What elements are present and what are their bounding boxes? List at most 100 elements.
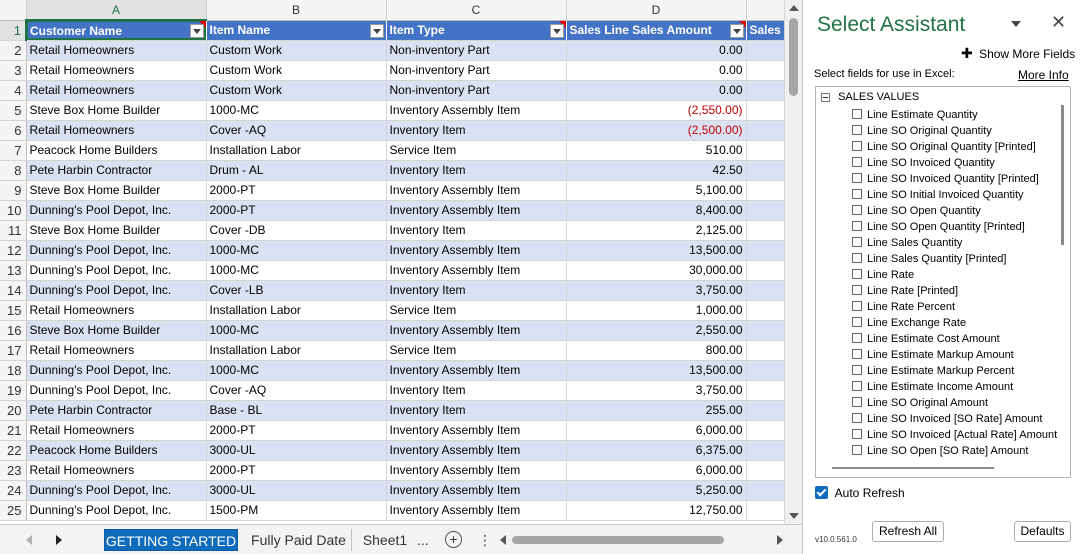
cell-sales-amount[interactable]: (2,500.00) [566, 120, 747, 141]
cell-customer-name[interactable]: Retail Homeowners [26, 60, 207, 81]
cell-customer-name[interactable]: Retail Homeowners [26, 340, 207, 361]
scrollbar-thumb[interactable] [1061, 105, 1064, 245]
cell-empty[interactable] [746, 340, 784, 361]
cell-sales-amount[interactable]: 5,100.00 [566, 180, 747, 201]
pane-options-chevron-down-icon[interactable] [1011, 21, 1021, 27]
checkbox-checked-icon[interactable] [815, 486, 828, 500]
cell-item-name[interactable]: 1500-PM [206, 500, 387, 521]
field-item[interactable]: Line SO Original Quantity [852, 123, 1057, 139]
cell-sales-amount[interactable]: 13,500.00 [566, 240, 747, 261]
cell-item-name[interactable]: 1000-MC [206, 240, 387, 261]
cell-customer-name[interactable]: Retail Homeowners [26, 80, 207, 101]
cell-sales-amount[interactable]: 2,125.00 [566, 220, 747, 241]
field-checkbox[interactable] [852, 333, 862, 344]
cell-empty[interactable] [746, 60, 784, 81]
cell-sales-amount[interactable]: 5,250.00 [566, 480, 747, 501]
field-item[interactable]: Line SO Open Quantity [Printed] [852, 219, 1057, 235]
cell-empty[interactable] [746, 420, 784, 441]
more-sheets-button[interactable]: ... [417, 529, 429, 551]
cell-item-name[interactable]: Installation Labor [206, 140, 387, 161]
cell-customer-name[interactable]: Steve Box Home Builder [26, 220, 207, 241]
row-number[interactable]: 8 [0, 160, 27, 181]
row-number[interactable]: 2 [0, 40, 27, 61]
cell-empty[interactable] [746, 400, 784, 421]
collapse-icon[interactable] [821, 92, 830, 102]
cell-item-type[interactable]: Non-inventory Part [386, 60, 567, 81]
group-sales-values[interactable]: SALES VALUES [821, 91, 919, 105]
row-number[interactable]: 22 [0, 440, 27, 461]
cell-empty[interactable] [746, 320, 784, 341]
row-number[interactable]: 6 [0, 120, 27, 141]
cell-empty[interactable] [746, 140, 784, 161]
cell-item-type[interactable]: Inventory Assembly Item [386, 500, 567, 521]
header-cell-item-name[interactable]: Item Name [206, 20, 387, 41]
cell-item-type[interactable]: Inventory Assembly Item [386, 240, 567, 261]
cell-item-name[interactable]: 1000-MC [206, 260, 387, 281]
cell-sales-amount[interactable]: 42.50 [566, 160, 747, 181]
scroll-down-arrow-icon[interactable] [789, 513, 799, 519]
sheet-tab-fully-paid-date[interactable]: Fully Paid Date [246, 529, 352, 551]
cell-item-name[interactable]: Cover -LB [206, 280, 387, 301]
field-item[interactable]: Line SO Original Quantity [Printed] [852, 139, 1057, 155]
row-number[interactable]: 5 [0, 100, 27, 121]
cell-empty[interactable] [746, 200, 784, 221]
cell-sales-amount[interactable]: 3,750.00 [566, 280, 747, 301]
cell-customer-name[interactable]: Dunning's Pool Depot, Inc. [26, 280, 207, 301]
scroll-up-arrow-icon[interactable] [789, 5, 799, 11]
cell-sales-amount[interactable]: 1,000.00 [566, 300, 747, 321]
cell-empty[interactable] [746, 300, 784, 321]
field-checkbox[interactable] [852, 253, 862, 264]
cell-item-name[interactable]: Drum - AL [206, 160, 387, 181]
row-number[interactable]: 1 [0, 20, 27, 41]
cell-customer-name[interactable]: Dunning's Pool Depot, Inc. [26, 480, 207, 501]
row-number[interactable]: 17 [0, 340, 27, 361]
cell-empty[interactable] [746, 80, 784, 101]
cell-item-type[interactable]: Inventory Item [386, 220, 567, 241]
field-checkbox[interactable] [852, 109, 862, 120]
refresh-all-button[interactable]: Refresh All [872, 521, 944, 542]
cell-empty[interactable] [746, 240, 784, 261]
cell-customer-name[interactable]: Retail Homeowners [26, 120, 207, 141]
cell-customer-name[interactable]: Peacock Home Builders [26, 140, 207, 161]
filter-dropdown-button[interactable] [369, 23, 384, 38]
cell-customer-name[interactable]: Dunning's Pool Depot, Inc. [26, 200, 207, 221]
column-header-c[interactable]: C [386, 0, 567, 21]
cell-item-name[interactable]: 2000-PT [206, 180, 387, 201]
row-number[interactable]: 18 [0, 360, 27, 381]
cell-item-name[interactable]: Installation Labor [206, 340, 387, 361]
field-list-horizontal-scrollbar[interactable] [832, 467, 994, 469]
cell-empty[interactable] [746, 260, 784, 281]
row-number[interactable]: 21 [0, 420, 27, 441]
field-item[interactable]: Line Rate [Printed] [852, 283, 1057, 299]
cell-empty[interactable] [746, 100, 784, 121]
field-checkbox[interactable] [852, 301, 862, 312]
field-checkbox[interactable] [852, 317, 862, 328]
horizontal-scrollbar-thumb[interactable] [512, 536, 724, 544]
cell-customer-name[interactable]: Steve Box Home Builder [26, 180, 207, 201]
cell-item-type[interactable]: Service Item [386, 300, 567, 321]
cell-customer-name[interactable]: Retail Homeowners [26, 40, 207, 61]
cell-item-type[interactable]: Inventory Assembly Item [386, 420, 567, 441]
header-cell-sales-partial[interactable]: Sales L [746, 20, 784, 41]
field-checkbox[interactable] [852, 157, 862, 168]
field-item[interactable]: Line SO Open [SO Rate] Amount [852, 443, 1057, 459]
row-number[interactable]: 23 [0, 460, 27, 481]
close-icon[interactable]: ✕ [1051, 12, 1066, 33]
cell-customer-name[interactable]: Retail Homeowners [26, 420, 207, 441]
header-cell-customer-name[interactable]: Customer Name [26, 20, 207, 41]
cell-item-type[interactable]: Inventory Assembly Item [386, 180, 567, 201]
field-checkbox[interactable] [852, 365, 862, 376]
row-number[interactable]: 3 [0, 60, 27, 81]
cell-sales-amount[interactable]: 255.00 [566, 400, 747, 421]
cell-customer-name[interactable]: Retail Homeowners [26, 460, 207, 481]
filter-dropdown-button[interactable] [549, 23, 564, 38]
field-checkbox[interactable] [852, 349, 862, 360]
row-number[interactable]: 15 [0, 300, 27, 321]
cell-item-name[interactable]: 2000-PT [206, 460, 387, 481]
cell-sales-amount[interactable]: 6,000.00 [566, 420, 747, 441]
cell-item-type[interactable]: Inventory Assembly Item [386, 360, 567, 381]
cell-item-name[interactable]: 3000-UL [206, 440, 387, 461]
sheet-tab-sheet1[interactable]: Sheet1 [360, 529, 410, 551]
cell-sales-amount[interactable]: 2,550.00 [566, 320, 747, 341]
field-item[interactable]: Line SO Invoiced [SO Rate] Amount [852, 411, 1057, 427]
